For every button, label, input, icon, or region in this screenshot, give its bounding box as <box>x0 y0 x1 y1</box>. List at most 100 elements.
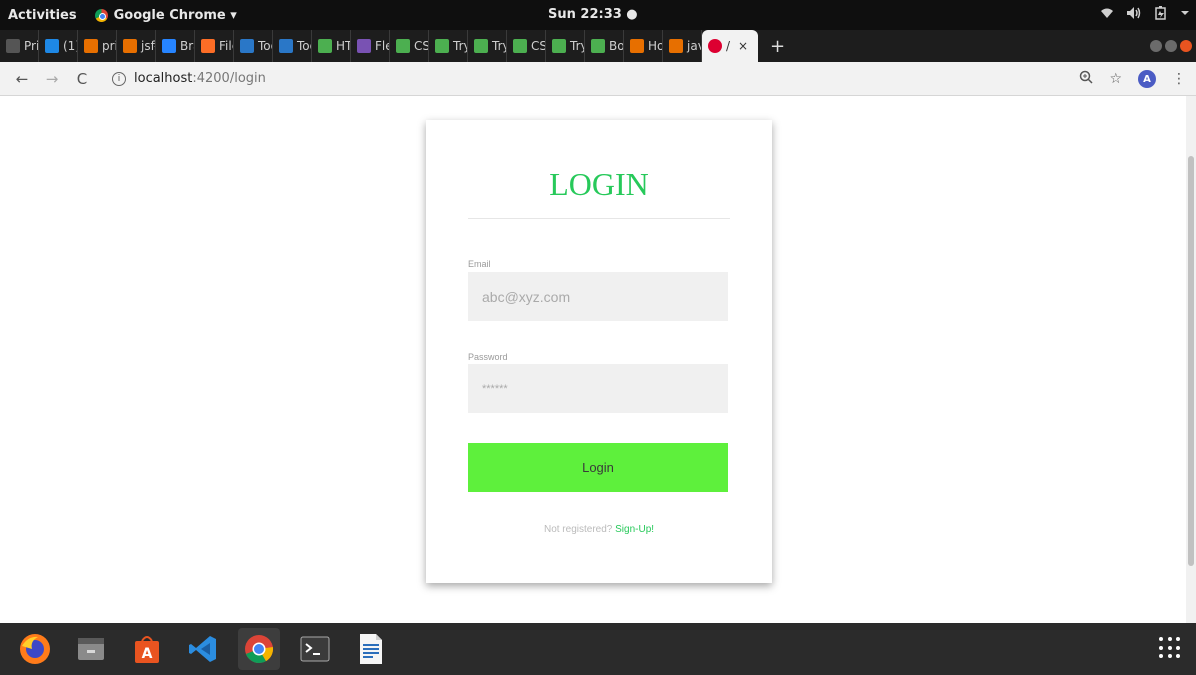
chrome-dock-icon[interactable] <box>238 628 280 670</box>
tab-label: Bra <box>180 39 194 53</box>
tab-active[interactable]: / × <box>702 30 758 62</box>
login-title: LOGIN <box>549 166 649 202</box>
bookmark-star-icon[interactable]: ☆ <box>1109 71 1122 87</box>
sign-up-link[interactable]: Sign-Up! <box>615 524 654 535</box>
w3schools-icon <box>591 39 605 53</box>
title-divider <box>468 218 730 219</box>
gitlab-icon <box>201 39 215 53</box>
w3schools-icon <box>552 39 566 53</box>
browser-tab[interactable]: Tryi <box>429 30 468 62</box>
java-icon <box>669 39 683 53</box>
login-card: LOGIN Email abc@xyz.com Password ****** … <box>426 120 772 583</box>
tab-label: Bo <box>609 39 624 53</box>
writer-icon[interactable] <box>350 628 392 670</box>
browser-tab[interactable]: (1) <box>39 30 78 62</box>
browser-tab[interactable]: File <box>195 30 234 62</box>
browser-tab[interactable]: java <box>663 30 702 62</box>
zoom-icon[interactable] <box>1079 70 1093 88</box>
login-button[interactable]: Login <box>468 443 728 492</box>
vscode-icon[interactable] <box>182 628 224 670</box>
app-menu[interactable]: Google Chrome ▾ <box>94 7 237 23</box>
profile-avatar[interactable]: A <box>1138 70 1156 88</box>
email-field[interactable]: abc@xyz.com <box>468 272 728 321</box>
browser-tab[interactable]: Bo <box>585 30 624 62</box>
tab-label: Too <box>297 39 311 53</box>
tool-icon <box>240 39 254 53</box>
files-icon[interactable] <box>70 628 112 670</box>
terminal-icon[interactable] <box>294 628 336 670</box>
url-host: localhost <box>134 71 193 86</box>
browser-tab[interactable]: Bra <box>156 30 195 62</box>
browser-tab[interactable]: Tryi <box>546 30 585 62</box>
minimize-icon[interactable] <box>1150 40 1162 52</box>
volume-icon <box>1126 6 1142 24</box>
info-icon[interactable]: i <box>112 71 126 86</box>
toolbar-right: ☆ A ⋮ <box>1079 70 1186 88</box>
email-label: Email <box>468 259 491 269</box>
browser-tab[interactable]: Too <box>273 30 312 62</box>
tab-label: jsf- <box>141 39 155 53</box>
browser-tab[interactable]: prir <box>78 30 117 62</box>
browser-tab[interactable]: Fle: <box>351 30 390 62</box>
tab-label: Tryi <box>570 39 584 53</box>
w3schools-icon <box>474 39 488 53</box>
doc-icon <box>6 39 20 53</box>
wifi-icon <box>1100 6 1114 24</box>
chrome-icon <box>94 8 108 22</box>
tab-label: HTI <box>336 39 350 53</box>
tab-label: Prir <box>24 39 39 53</box>
system-menu-icon <box>1180 6 1190 24</box>
browser-tab[interactable]: Ho <box>624 30 663 62</box>
tab-label: / <box>726 39 731 53</box>
browser-tab[interactable]: CSS <box>507 30 546 62</box>
register-text: Not registered? <box>543 524 613 535</box>
app-menu-label: Google Chrome ▾ <box>113 7 237 23</box>
new-tab-button[interactable]: + <box>770 36 785 57</box>
scrollbar-thumb[interactable] <box>1188 156 1194 566</box>
forward-icon[interactable]: → <box>44 70 60 88</box>
register-prompt: Not registered? Sign-Up! <box>426 524 772 535</box>
password-field[interactable]: ****** <box>468 364 728 413</box>
browser-tab[interactable]: Prir <box>0 30 39 62</box>
activities-button[interactable]: Activities <box>8 8 77 23</box>
page-scrollbar[interactable] <box>1186 96 1196 623</box>
browser-toolbar: ← → C i localhost:4200/login ☆ A ⋮ <box>0 62 1196 96</box>
svg-text:A: A <box>142 646 153 662</box>
browser-tab-strip: Prir (1) prir jsf- Bra File Too Too HTI Fle: CSS Tr… <box>0 30 1196 62</box>
address-bar[interactable]: localhost:4200/login <box>134 71 266 86</box>
dock: A <box>0 623 1196 675</box>
more-menu-icon[interactable]: ⋮ <box>1172 71 1186 87</box>
firefox-icon[interactable] <box>14 628 56 670</box>
tab-label: CSS <box>531 39 545 53</box>
reload-icon[interactable]: C <box>74 70 90 88</box>
window-controls <box>1150 40 1192 52</box>
back-icon[interactable]: ← <box>14 70 30 88</box>
show-applications-icon[interactable] <box>1156 634 1184 662</box>
browser-tab[interactable]: CSS <box>390 30 429 62</box>
tab-label: Too <box>258 39 272 53</box>
tab-label: Tryi <box>453 39 467 53</box>
w3schools-icon <box>396 39 410 53</box>
battery-icon <box>1154 6 1168 24</box>
tab-label: Fle: <box>375 39 389 53</box>
w3schools-icon <box>318 39 332 53</box>
tab-label: File <box>219 39 233 53</box>
tool-icon <box>279 39 293 53</box>
browser-tab[interactable]: Tryi <box>468 30 507 62</box>
tab-label: Ho <box>648 39 663 53</box>
w3schools-icon <box>435 39 449 53</box>
system-tray[interactable] <box>1100 6 1190 24</box>
browser-tab[interactable]: Too <box>234 30 273 62</box>
browser-tab[interactable]: HTI <box>312 30 351 62</box>
tab-label: prir <box>102 39 116 53</box>
browser-tab[interactable]: jsf- <box>117 30 156 62</box>
software-center-icon[interactable]: A <box>126 628 168 670</box>
tab-close-icon[interactable]: × <box>738 39 748 53</box>
tab-label: CSS <box>414 39 428 53</box>
java-icon <box>84 39 98 53</box>
clock[interactable]: Sun 22:33 ● <box>548 7 638 22</box>
maximize-icon[interactable] <box>1165 40 1177 52</box>
window-close-icon[interactable] <box>1180 40 1192 52</box>
password-label: Password <box>468 352 508 362</box>
tab-label: (1) <box>63 39 77 53</box>
